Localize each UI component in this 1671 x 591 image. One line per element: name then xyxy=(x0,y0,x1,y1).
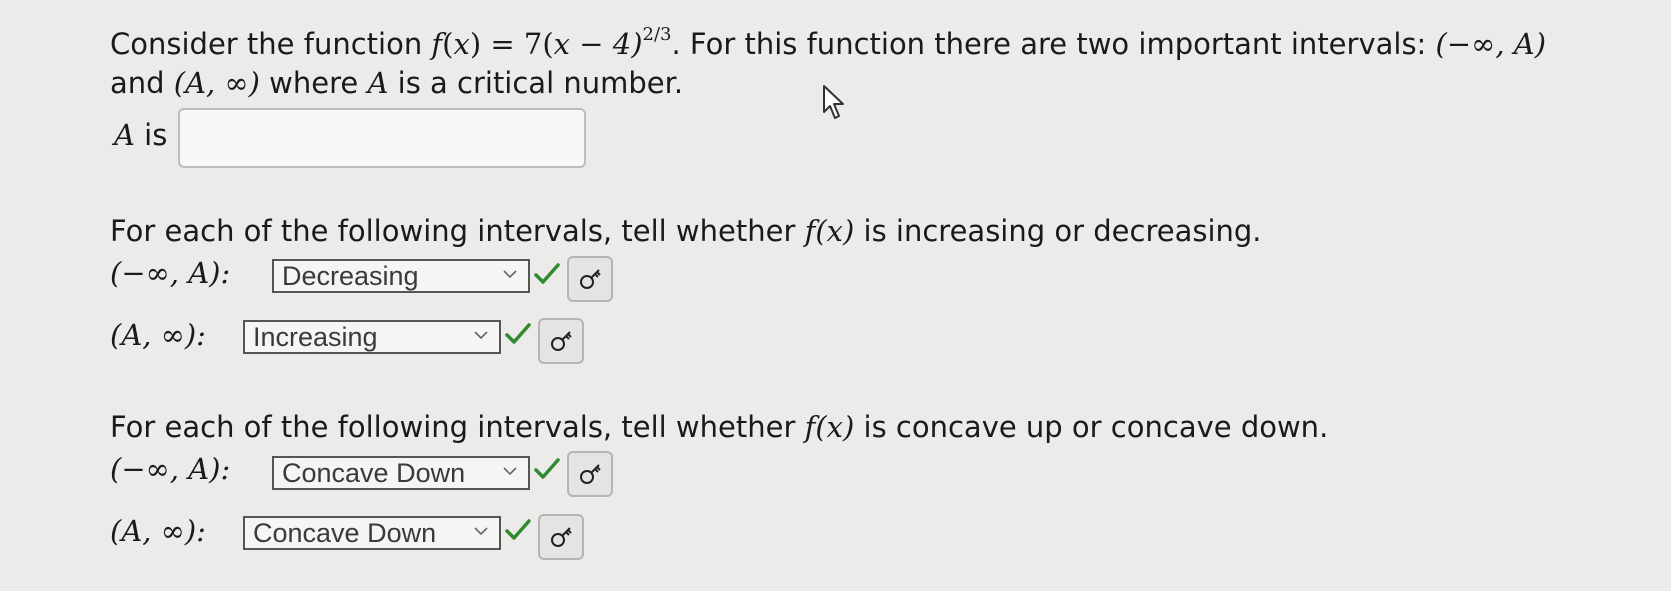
intro-text: Consider the function xyxy=(110,27,432,61)
key-button[interactable] xyxy=(538,318,584,364)
increasing-prompt: For each of the following intervals, tel… xyxy=(110,214,1262,248)
check-icon xyxy=(534,458,560,479)
key-icon xyxy=(580,269,601,289)
critical-number-input[interactable] xyxy=(178,108,586,168)
intro-line-2: and (A, ∞) where A is a critical number. xyxy=(110,66,684,100)
increasing-decreasing-select-1[interactable]: Decreasing xyxy=(272,259,530,293)
key-button[interactable] xyxy=(567,451,613,497)
mouse-pointer-icon xyxy=(823,85,844,119)
answer-label: A is xyxy=(114,118,168,152)
interval-label: (A, ∞): xyxy=(110,318,206,352)
check-icon xyxy=(505,519,531,540)
key-icon xyxy=(580,464,601,484)
increasing-decreasing-select-2[interactable]: Increasing xyxy=(243,320,501,354)
interval-label: (−∞, A): xyxy=(110,452,231,486)
key-icon xyxy=(551,331,572,351)
interval-left: (−∞, A) xyxy=(1435,27,1547,61)
concavity-select-1[interactable]: Concave Down xyxy=(272,456,530,490)
key-icon xyxy=(551,527,572,547)
chevron-down-icon xyxy=(474,527,488,536)
intro-line-1: Consider the function f(x) = 7(x − 4)2/3… xyxy=(110,24,1547,61)
interval-label: (A, ∞): xyxy=(110,514,206,548)
check-icon xyxy=(505,323,531,344)
chevron-down-icon xyxy=(503,270,517,279)
key-button[interactable] xyxy=(538,514,584,560)
chevron-down-icon xyxy=(474,331,488,340)
interval-right: (A, ∞) xyxy=(173,66,260,100)
concavity-prompt: For each of the following intervals, tel… xyxy=(110,410,1329,444)
interval-label: (−∞, A): xyxy=(110,256,231,290)
concavity-select-2[interactable]: Concave Down xyxy=(243,516,501,550)
function-expression: f(x) = 7(x − 4)2/3 xyxy=(431,24,672,61)
check-icon xyxy=(534,263,560,284)
key-button[interactable] xyxy=(567,256,613,302)
chevron-down-icon xyxy=(503,467,517,476)
